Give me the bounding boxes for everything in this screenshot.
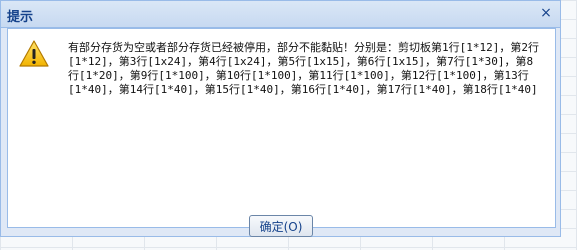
message-dialog: 提示 × 有部分存货为空或者部分存货已经被停用，部分不能黏贴！分别是：剪切板第1… <box>0 0 561 237</box>
dialog-message: 有部分存货为空或者部分存货已经被停用，部分不能黏贴！分别是：剪切板第1行[1*1… <box>68 41 539 96</box>
warning-icon <box>19 40 49 67</box>
close-icon[interactable]: × <box>538 5 554 21</box>
dialog-titlebar: 提示 × <box>1 1 560 28</box>
dialog-content: 有部分存货为空或者部分存货已经被停用，部分不能黏贴！分别是：剪切板第1行[1*1… <box>7 28 556 237</box>
ok-button[interactable]: 确定(O) <box>249 215 313 237</box>
dialog-title: 提示 <box>7 10 34 25</box>
